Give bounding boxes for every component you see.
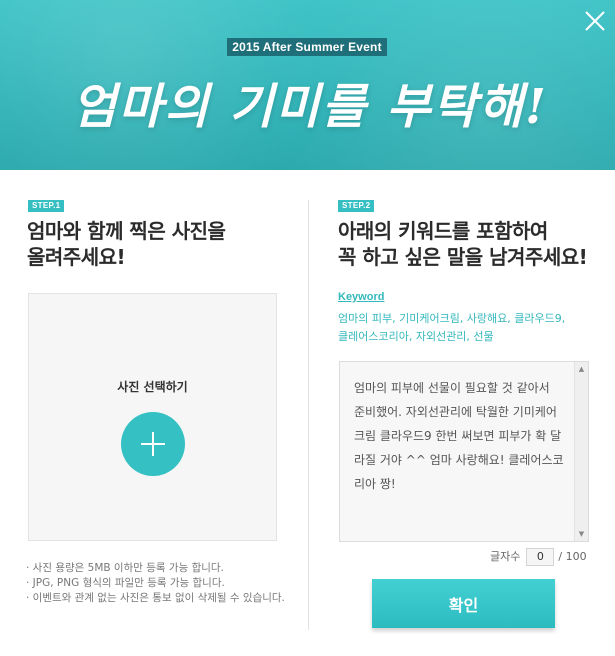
confirm-button[interactable]: 확인 [372,579,555,628]
step1-title: 엄마와 함께 찍은 사진을 올려주세요! [27,218,297,270]
close-icon [585,11,605,31]
step1-title-line1: 엄마와 함께 찍은 사진을 [27,219,226,243]
add-photo-button[interactable] [121,412,185,476]
upload-note: · 사진 용량은 5MB 이하만 등록 가능 합니다. [26,562,224,574]
message-box: ▲ ▼ [339,361,589,542]
close-button[interactable] [582,8,608,34]
scroll-up-icon[interactable]: ▲ [575,362,588,376]
event-title: 엄마의 기미를 부탁해! [72,79,548,135]
step2-title-line1: 아래의 키워드를 포함하여 [338,219,548,243]
step1-badge: STEP.1 [28,200,65,212]
keyword-label: Keyword [338,291,385,303]
photo-upload-area[interactable]: 사진 선택하기 [28,293,277,541]
keyword-line: 클레어스코리아, 자외선관리, 선물 [338,330,494,343]
message-textarea[interactable] [340,362,574,541]
plus-icon [141,432,165,456]
step2-title: 아래의 키워드를 포함하여 꼭 하고 싶은 말을 남겨주세요! [338,218,608,270]
step2-badge: STEP.2 [338,200,375,212]
keyword-list: 엄마의 피부, 기미케어크림, 사랑해요, 클라우드9, 클레어스코리아, 자외… [338,310,583,346]
event-header-banner: 2015 After Summer Event 엄마의 기미를 부탁해! [0,0,615,170]
counter-label: 글자수 [490,550,521,563]
event-badge: 2015 After Summer Event [227,38,387,56]
event-popup: 2015 After Summer Event 엄마의 기미를 부탁해! STE… [0,0,615,656]
scroll-down-icon[interactable]: ▼ [575,527,588,541]
counter-value: 0 [526,548,555,566]
keyword-line: 엄마의 피부, 기미케어크림, 사랑해요, 클라우드9, [338,312,566,325]
upload-note: · JPG, PNG 형식의 파일만 등록 가능 합니다. [26,577,225,589]
step2-title-line2: 꼭 하고 싶은 말을 남겨주세요! [338,245,588,269]
counter-max: / 100 [558,550,587,563]
upload-notes: · 사진 용량은 5MB 이하만 등록 가능 합니다. · JPG, PNG 형… [26,561,286,606]
column-divider [308,200,309,630]
character-counter: 글자수 0/ 100 [490,548,587,566]
upload-note: · 이벤트와 관계 없는 사진은 통보 없이 삭제될 수 있습니다. [26,592,285,604]
photo-select-label: 사진 선택하기 [117,380,188,394]
step1-title-line2: 올려주세요! [27,245,126,269]
message-scrollbar[interactable]: ▲ ▼ [574,362,588,541]
